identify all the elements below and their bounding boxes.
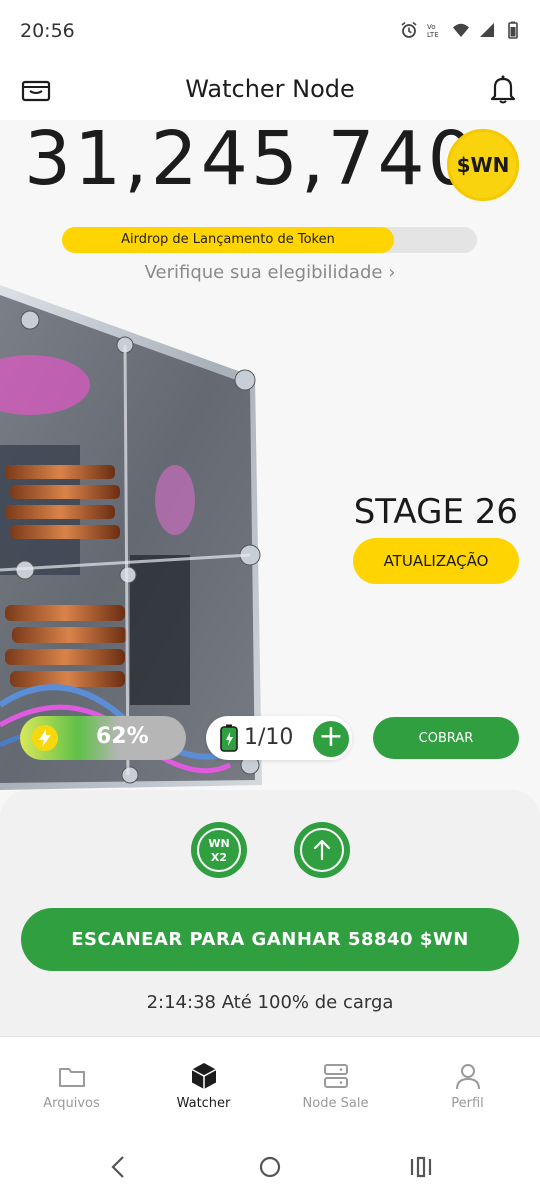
nav-item-arquivos[interactable]: Arquivos <box>4 1037 139 1131</box>
nav-item-node-sale[interactable]: Node Sale <box>268 1037 403 1131</box>
upgrade-button[interactable]: ATUALIZAÇÃO <box>353 538 519 584</box>
nav-label-watcher: Watcher <box>176 1096 231 1111</box>
energy-value: 62% <box>96 724 149 749</box>
airdrop-progress-bar[interactable]: Airdrop de Lançamento de Token <box>62 227 477 253</box>
nav-label-arquivos: Arquivos <box>43 1096 100 1111</box>
bottom-nav: Arquivos Watcher Node Sale Perfil <box>0 1036 540 1130</box>
svg-text:Vo: Vo <box>427 23 436 31</box>
battery-icon <box>508 21 518 39</box>
multiplier-badge: WN X2 <box>197 828 241 872</box>
token-badge: $WN <box>447 129 519 201</box>
back-icon[interactable] <box>106 1154 132 1180</box>
scan-to-earn-button[interactable]: ESCANEAR PARA GANHAR 58840 $WN <box>21 908 519 971</box>
cube-icon <box>191 1063 216 1089</box>
battery-count: 1/10 <box>244 725 294 750</box>
nav-item-watcher[interactable]: Watcher <box>136 1037 271 1131</box>
plus-icon: + <box>318 719 344 754</box>
energy-meter: 62% <box>20 716 186 760</box>
collect-button[interactable]: COBRAR <box>373 717 519 759</box>
multiplier-boost-button[interactable]: WN X2 <box>191 822 247 878</box>
system-nav-bar <box>0 1130 540 1200</box>
chevron-right-icon: › <box>388 262 396 283</box>
multiplier-bottom-label: X2 <box>210 851 228 864</box>
status-bar: 20:56 Vo LTE <box>0 0 540 62</box>
volte-icon: VoLTE <box>427 23 439 39</box>
eligibility-link[interactable]: Verifique sua elegibilidade › <box>0 262 540 283</box>
charge-timer: 2:14:38 Até 100% de carga <box>146 992 394 1013</box>
upgrade-boost-button[interactable] <box>294 822 350 878</box>
alarm-icon <box>401 21 417 38</box>
folder-icon <box>58 1068 85 1087</box>
wifi-icon <box>453 23 469 37</box>
nav-label-perfil: Perfil <box>451 1096 484 1111</box>
eligibility-link-label: Verifique sua elegibilidade <box>144 262 383 283</box>
arrow-up-icon <box>300 828 344 872</box>
home-icon[interactable] <box>257 1154 283 1180</box>
status-icons: Vo LTE <box>400 21 522 39</box>
bell-icon[interactable] <box>486 72 520 106</box>
status-time: 20:56 <box>20 20 75 42</box>
page-title: Watcher Node <box>185 75 355 103</box>
multiplier-top-label: WN <box>208 837 230 850</box>
signal-icon <box>480 23 494 37</box>
nav-label-node-sale: Node Sale <box>302 1096 369 1111</box>
server-icon <box>323 1064 348 1088</box>
token-balance: 31,245,740 <box>24 116 478 202</box>
stage-label: STAGE 26 <box>353 492 518 532</box>
battery-card-icon <box>220 724 238 752</box>
airdrop-label: Airdrop de Lançamento de Token <box>121 232 335 247</box>
add-battery-button[interactable]: + <box>310 718 352 760</box>
user-icon <box>455 1064 480 1090</box>
lightning-icon <box>32 725 58 751</box>
nav-item-perfil[interactable]: Perfil <box>400 1037 535 1131</box>
app-header: Watcher Node <box>0 62 540 120</box>
token-badge-label: $WN <box>456 153 510 177</box>
svg-text:LTE: LTE <box>427 31 439 39</box>
recents-icon[interactable] <box>408 1154 434 1180</box>
